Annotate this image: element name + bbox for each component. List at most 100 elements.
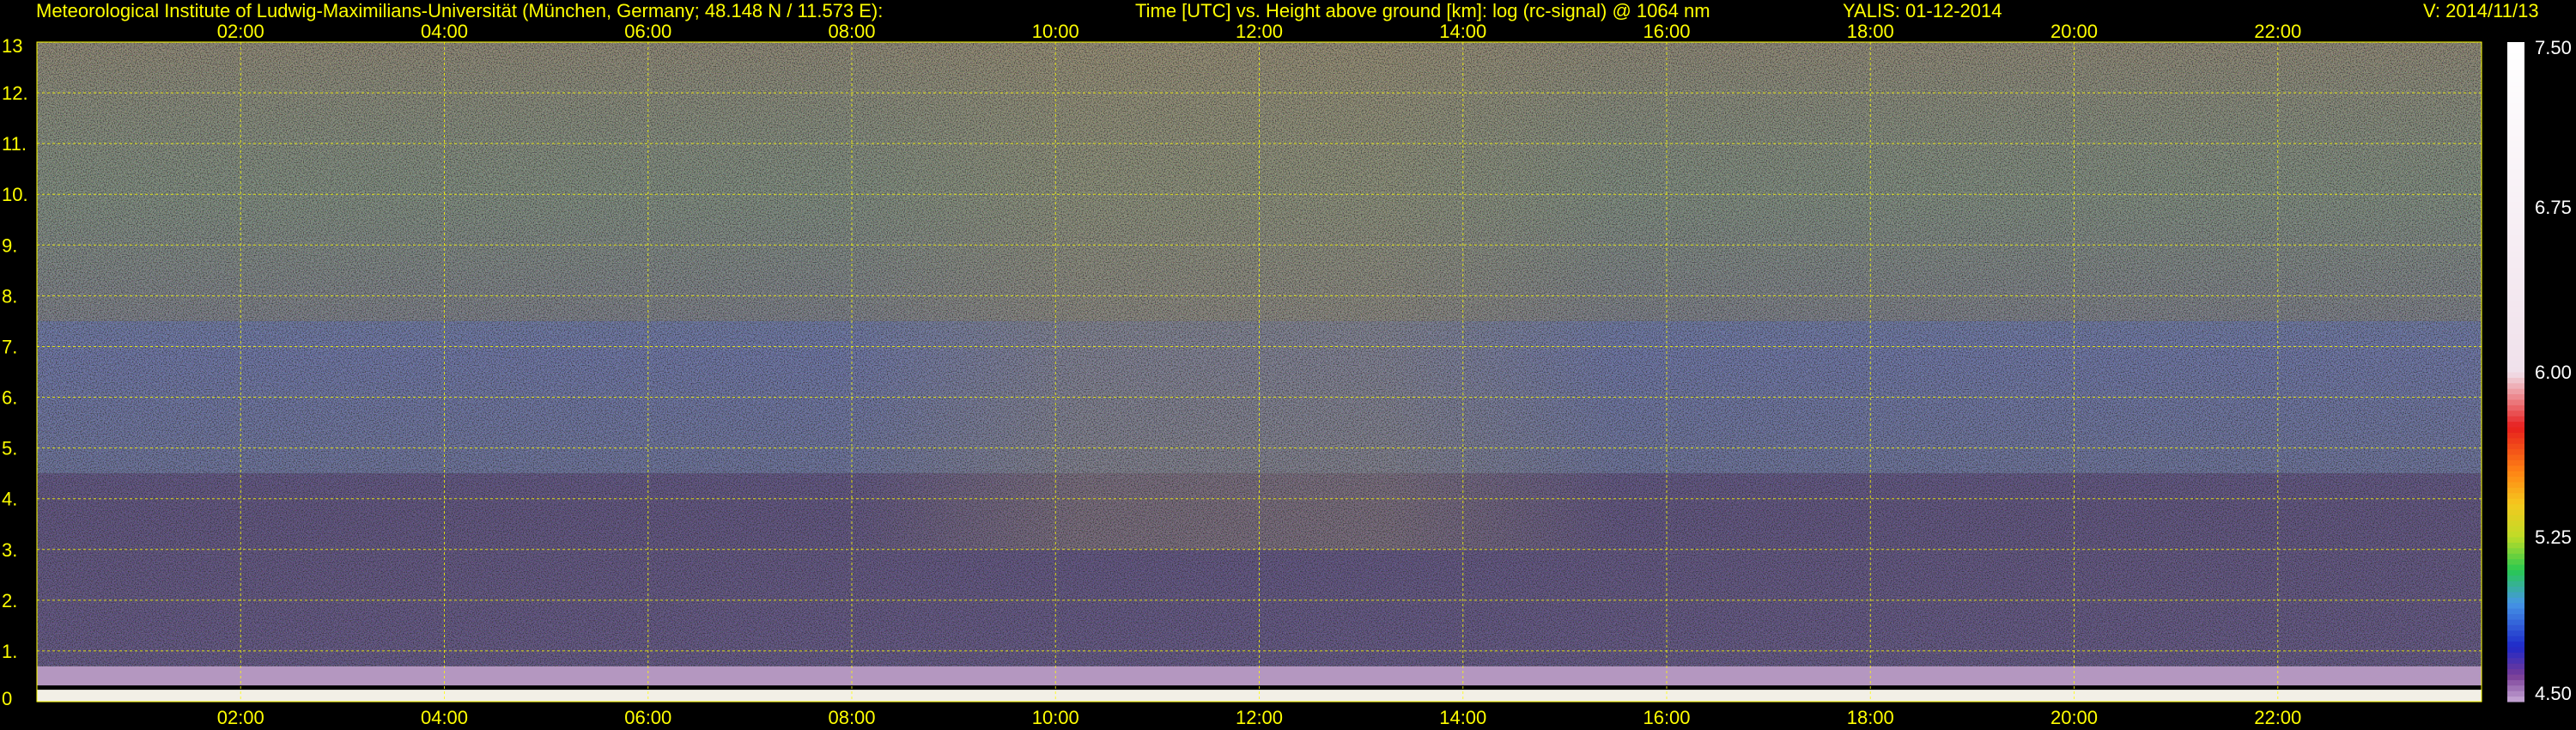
colorbar-tick-label: 5.25	[2535, 526, 2572, 548]
colorbar-segment	[2507, 168, 2524, 175]
colorbar-tick-label: 7.50	[2535, 37, 2572, 58]
colorbar-segment	[2507, 327, 2524, 334]
colorbar-segment	[2507, 234, 2524, 240]
colorbar-segment	[2507, 674, 2524, 680]
colorbar-segment	[2507, 443, 2524, 450]
colorbar-segment	[2507, 311, 2524, 318]
colorbar-segment	[2507, 613, 2524, 620]
x-tick-label-top: 02:00	[217, 21, 264, 42]
colorbar-segment	[2507, 355, 2524, 362]
x-tick-label-bottom: 16:00	[1643, 707, 1690, 728]
colorbar-segment	[2507, 509, 2524, 515]
colorbar-segment	[2507, 70, 2524, 76]
colorbar-segment	[2507, 190, 2524, 197]
colorbar-segment	[2507, 619, 2524, 625]
colorbar-segment	[2507, 306, 2524, 313]
colorbar-segment	[2507, 597, 2524, 604]
colorbar-segment	[2507, 553, 2524, 560]
colorbar-segment	[2507, 201, 2524, 208]
colorbar-segment	[2507, 503, 2524, 510]
x-tick-label-bottom: 22:00	[2254, 707, 2301, 728]
y-tick-label: 6.	[2, 387, 17, 409]
x-tick-label-top: 12:00	[1236, 21, 1283, 42]
colorbar-segment	[2507, 107, 2524, 114]
colorbar-segment	[2507, 322, 2524, 329]
colorbar-segment	[2507, 492, 2524, 499]
colorbar-segment	[2507, 668, 2524, 675]
colorbar-segment	[2507, 520, 2524, 526]
colorbar-segment	[2507, 256, 2524, 263]
x-tick-label-bottom: 02:00	[217, 707, 264, 728]
colorbar-segment	[2507, 295, 2524, 301]
colorbar-segment	[2507, 432, 2524, 439]
colorbar-tick-label: 6.00	[2535, 362, 2572, 383]
colorbar-segment	[2507, 64, 2524, 70]
colorbar-segment	[2507, 217, 2524, 224]
colorbar-segment	[2507, 130, 2524, 137]
colorbar-segment	[2507, 537, 2524, 543]
colorbar-segment	[2507, 245, 2524, 252]
colorbar-segment	[2507, 289, 2524, 295]
colorbar-segment	[2507, 690, 2524, 697]
colorbar-segment	[2507, 602, 2524, 609]
colorbar-segment	[2507, 119, 2524, 125]
x-tick-label-bottom: 20:00	[2050, 707, 2098, 728]
colorbar-segment	[2507, 372, 2524, 378]
x-tick-label-bottom: 14:00	[1439, 707, 1486, 728]
colorbar-segment	[2507, 179, 2524, 186]
y-tick-label: 2.	[2, 590, 17, 611]
colorbar-segment	[2507, 162, 2524, 169]
colorbar-segment	[2507, 531, 2524, 538]
x-tick-label-top: 22:00	[2254, 21, 2301, 42]
colorbar-segment	[2507, 212, 2524, 219]
colorbar-segment	[2507, 113, 2524, 120]
colorbar-segment	[2507, 272, 2524, 279]
colorbar-segment	[2507, 410, 2524, 417]
colorbar-segment	[2507, 333, 2524, 340]
x-tick-label-bottom: 10:00	[1032, 707, 1079, 728]
colorbar-segment	[2507, 630, 2524, 636]
colorbar-segment	[2507, 377, 2524, 384]
colorbar-segment	[2507, 152, 2524, 158]
colorbar-segment	[2507, 608, 2524, 615]
colorbar-segment	[2507, 251, 2524, 258]
colorbar-segment	[2507, 300, 2524, 307]
colorbar-segment	[2507, 146, 2524, 153]
colorbar-segment	[2507, 86, 2524, 93]
colorbar-segment	[2507, 581, 2524, 587]
colorbar-segment	[2507, 278, 2524, 285]
colorbar-segment	[2507, 437, 2524, 444]
colorbar-segment	[2507, 350, 2524, 356]
x-tick-label-top: 18:00	[1847, 21, 1894, 42]
colorbar-segment	[2507, 42, 2524, 48]
colorbar-segment	[2507, 465, 2524, 471]
colorbar-segment	[2507, 647, 2524, 653]
colorbar-segment	[2507, 636, 2524, 642]
colorbar-segment	[2507, 135, 2524, 142]
lidar-quicklook: Meteorological Institute of Ludwig-Maxim…	[0, 0, 2576, 730]
colorbar-tick-label: 4.50	[2535, 683, 2572, 704]
x-tick-label-top: 08:00	[828, 21, 875, 42]
colorbar-segment	[2507, 173, 2524, 180]
colorbar-segment	[2507, 267, 2524, 274]
colorbar-segment	[2507, 586, 2524, 593]
y-tick-label: 3.	[2, 539, 17, 561]
colorbar-segment	[2507, 58, 2524, 65]
x-tick-label-bottom: 04:00	[421, 707, 468, 728]
y-tick-label: 10.	[2, 184, 28, 205]
colorbar-segment	[2507, 427, 2524, 433]
colorbar-segment	[2507, 102, 2524, 109]
colorbar-segment	[2507, 52, 2524, 59]
x-tick-label-top: 20:00	[2050, 21, 2098, 42]
colorbar-segment	[2507, 157, 2524, 164]
x-tick-label-top: 14:00	[1439, 21, 1486, 42]
y-tick-label: 13	[2, 35, 22, 57]
colorbar-segment	[2507, 91, 2524, 98]
x-tick-label-bottom: 08:00	[828, 707, 875, 728]
colorbar-segment	[2507, 223, 2524, 230]
colorbar-segment	[2507, 684, 2524, 691]
colorbar-segment	[2507, 283, 2524, 290]
colorbar-segment	[2507, 679, 2524, 686]
colorbar-segment	[2507, 262, 2524, 268]
colorbar-segment	[2507, 382, 2524, 389]
